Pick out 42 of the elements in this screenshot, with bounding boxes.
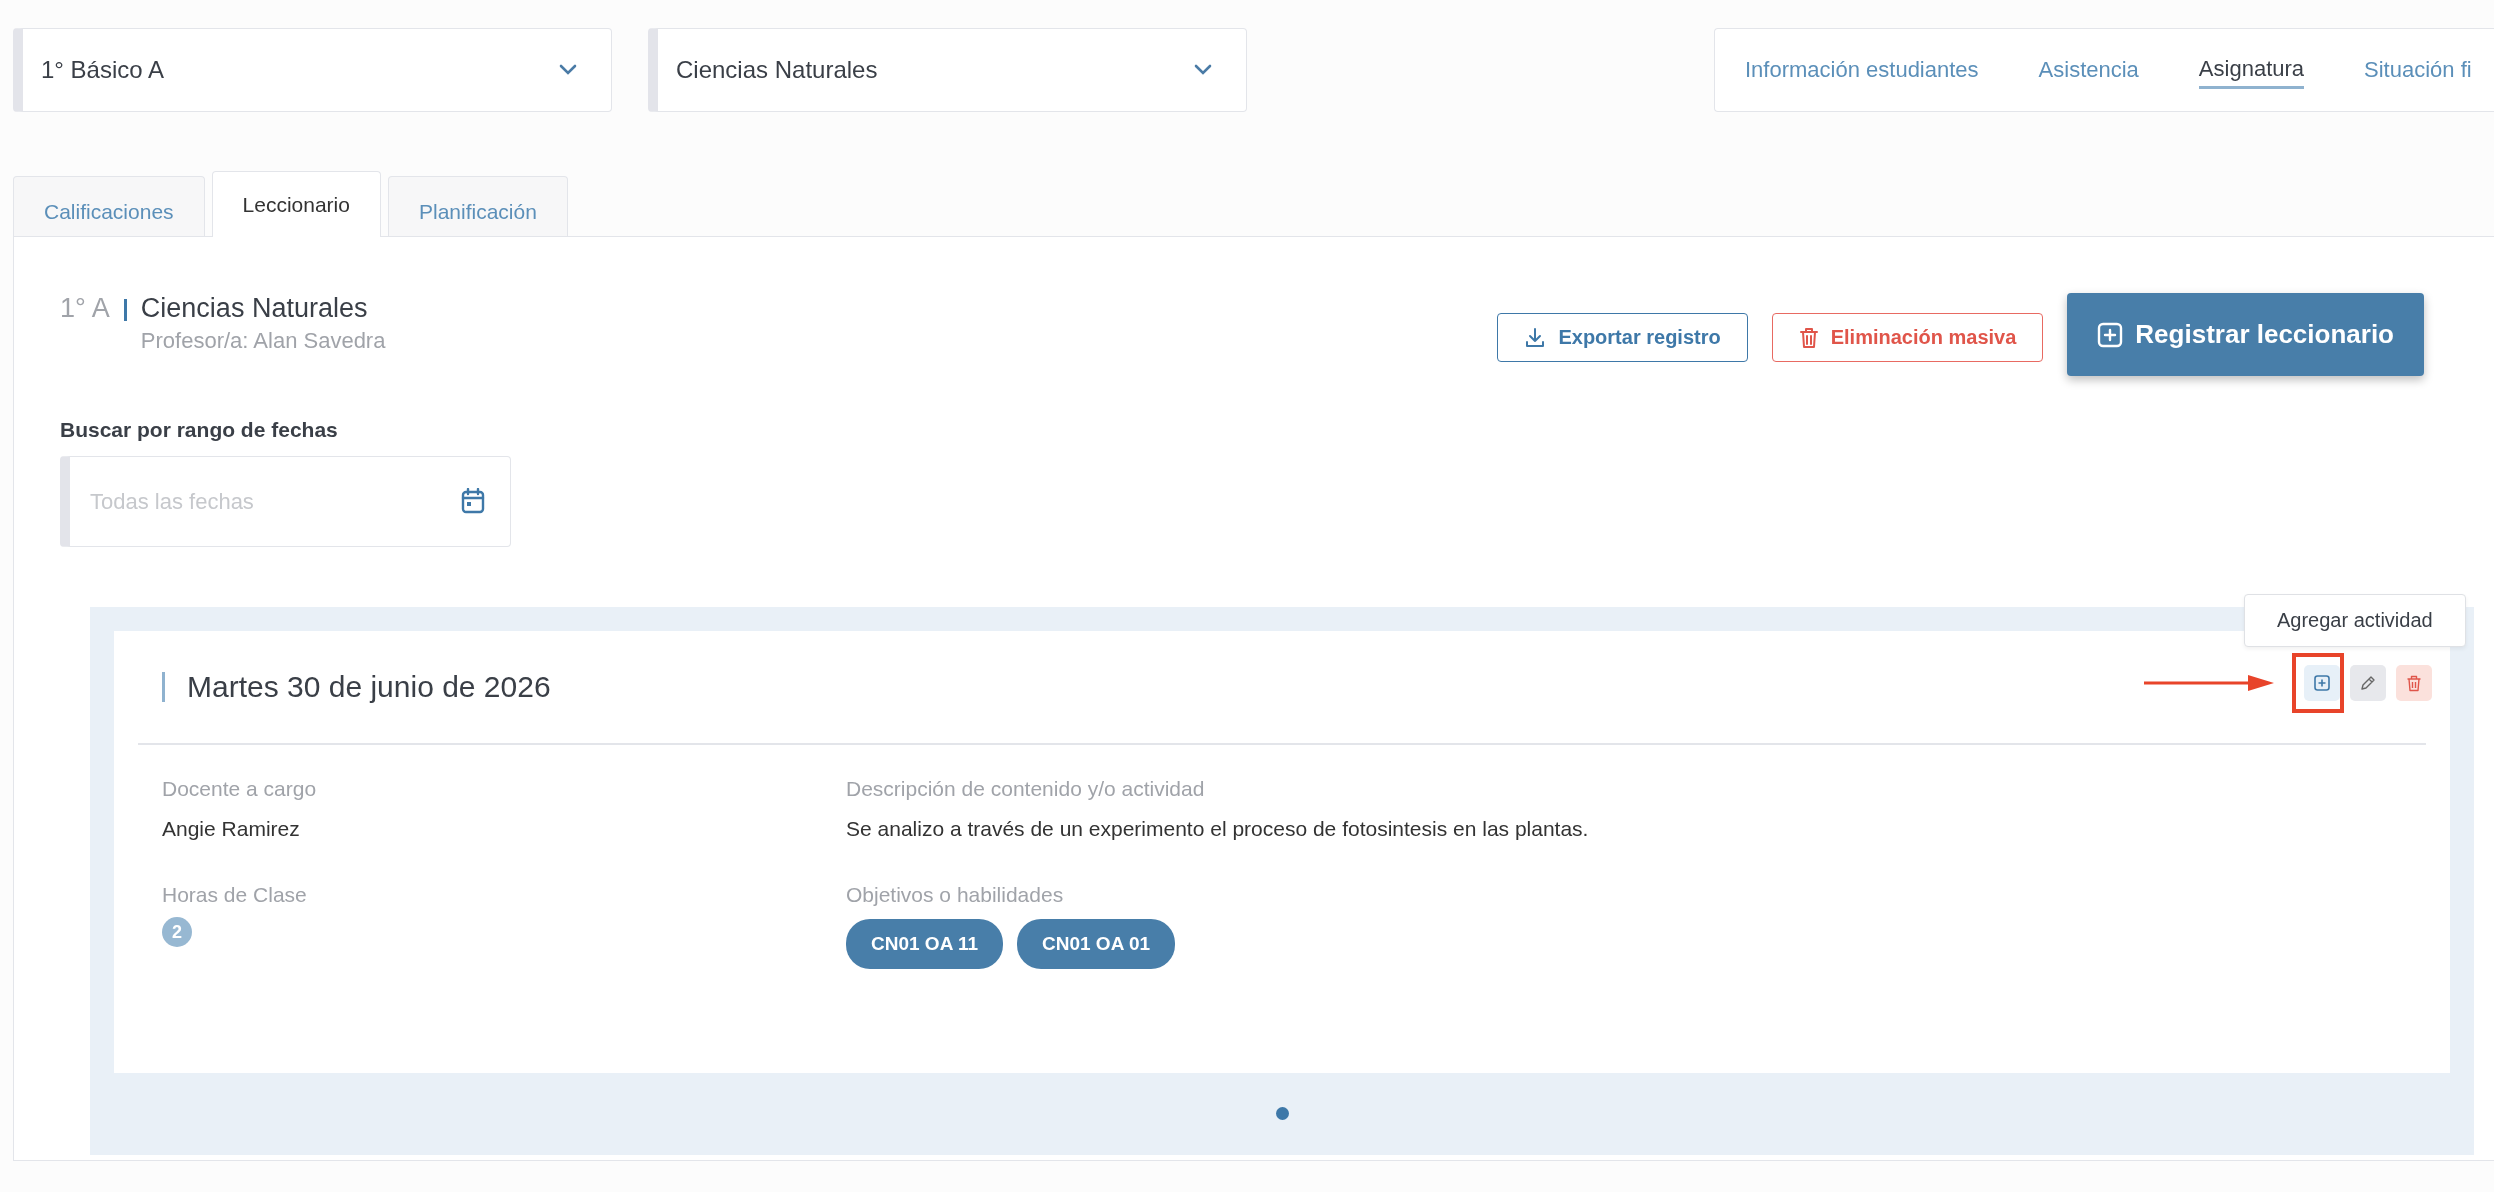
tooltip: Agregar actividad: [2244, 594, 2466, 647]
add-activity-button[interactable]: [2304, 665, 2340, 701]
nav-tab[interactable]: Información estudiantes: [1745, 53, 1979, 87]
nav-tab[interactable]: Situación fi: [2364, 53, 2472, 87]
plus-square-icon: [2314, 675, 2330, 691]
pagination-dot[interactable]: [1275, 1107, 1289, 1120]
field-label: Descripción de contenido y/o actividad: [846, 777, 1206, 801]
calendar-icon: [461, 488, 485, 514]
pencil-icon: [2360, 675, 2376, 691]
hours-badge: 2: [162, 917, 192, 947]
dropdown[interactable]: Ciencias Naturales: [648, 28, 1247, 112]
field-label: Objetivos o habilidades: [846, 883, 1065, 907]
plus-square-icon: [2097, 321, 2124, 348]
tab[interactable]: Planificación: [387, 176, 568, 236]
subject-title: Ciencias Naturales: [140, 293, 369, 324]
filter-label: Buscar por rango de fechas: [60, 418, 339, 442]
description-text: Se analizo a través de un experimento el proceso de fotosintesis en las plantas.: [846, 817, 1589, 841]
trash-icon: [1798, 326, 1819, 349]
export-button[interactable]: Exportar registro: [1497, 313, 1748, 362]
objective-tag: CN01 OA 01: [1017, 919, 1176, 969]
tab[interactable]: Calificaciones: [13, 176, 205, 236]
download-icon: [1524, 326, 1547, 349]
objective-tag: CN01 OA 11: [846, 919, 1003, 969]
bulk-delete-button[interactable]: Eliminación masiva: [1771, 313, 2044, 362]
chevron-down-icon: [559, 64, 577, 76]
lesson-date: Martes 30 de junio de 2026: [162, 672, 551, 702]
highlight-frame: [2292, 653, 2344, 713]
dropdown[interactable]: 1° Básico A: [13, 28, 612, 112]
teacher-value: Angie Ramirez: [162, 817, 301, 841]
teacher-name: Profesor/a: Alan Savedra: [140, 328, 386, 354]
field-label: Horas de Clase: [162, 883, 308, 907]
nav-tab[interactable]: Asistencia: [2038, 53, 2139, 87]
date-range-field[interactable]: Todas las fechas: [60, 456, 511, 547]
tab[interactable]: Leccionario: [211, 171, 381, 237]
chevron-down-icon: [1194, 64, 1212, 76]
edit-button[interactable]: [2350, 665, 2386, 701]
field-label: Docente a cargo: [162, 777, 318, 801]
register-button[interactable]: Registrar leccionario: [2067, 293, 2424, 376]
nav-tab[interactable]: Asignatura: [2198, 51, 2305, 89]
trash-icon: [2406, 674, 2422, 692]
course-label: 1° A: [60, 293, 110, 324]
delete-button[interactable]: [2396, 665, 2432, 701]
